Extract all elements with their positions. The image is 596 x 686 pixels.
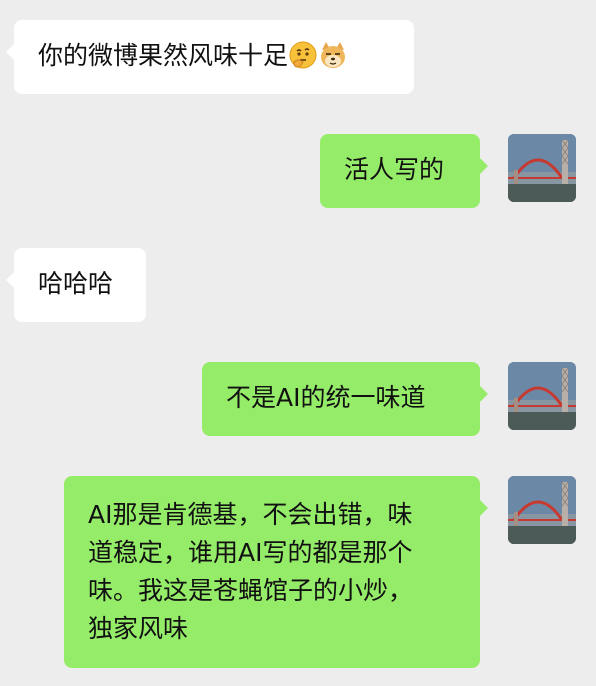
thinking-face-emoji-icon	[288, 40, 318, 70]
incoming-message-bubble[interactable]: 你的微博果然风味十足	[6, 20, 414, 94]
user-avatar[interactable]	[508, 134, 576, 202]
bridge-photo-icon	[508, 362, 576, 430]
message-text: 不是AI的统一味道	[226, 383, 426, 412]
bridge-photo-icon	[508, 134, 576, 202]
outgoing-message-bubble[interactable]: 不是AI的统一味道	[202, 362, 488, 436]
user-avatar[interactable]	[508, 476, 576, 544]
message-text: 哈哈哈	[38, 269, 114, 298]
user-avatar[interactable]	[508, 362, 576, 430]
message-text-line: 独家风味	[88, 614, 189, 643]
message-text: 你的微博果然风味十足	[38, 41, 289, 70]
message-text-line: 味。我这是苍蝇馆子的小炒，	[88, 576, 414, 605]
doge-emoji-icon	[318, 40, 348, 70]
incoming-message-bubble[interactable]: 哈哈哈	[6, 248, 146, 322]
message-text: 活人写的	[344, 155, 445, 184]
message-text-line: AI那是肯德基，不会出错，味	[88, 500, 413, 529]
outgoing-message-bubble[interactable]: 活人写的	[320, 134, 488, 208]
bridge-photo-icon	[508, 476, 576, 544]
outgoing-message-bubble[interactable]: AI那是肯德基，不会出错，味 道稳定，谁用AI写的都是那个 味。我这是苍蝇馆子的…	[64, 476, 488, 668]
message-text-line: 道稳定，谁用AI写的都是那个	[88, 538, 413, 567]
